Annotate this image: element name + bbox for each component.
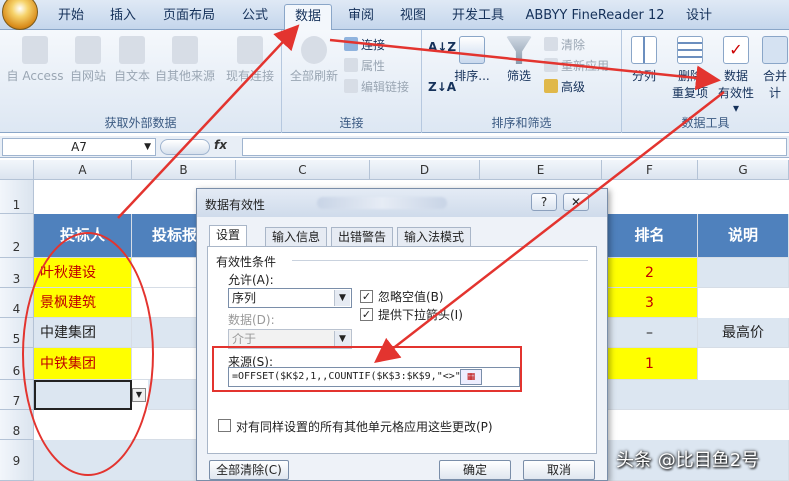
arrow-to-validation [329,38,721,91]
arrow-to-data-tab [117,24,300,219]
watermark: 头条 @比目鱼2号 [616,450,760,471]
annotation-arrows [117,24,725,364]
arrow-to-source [374,91,725,364]
